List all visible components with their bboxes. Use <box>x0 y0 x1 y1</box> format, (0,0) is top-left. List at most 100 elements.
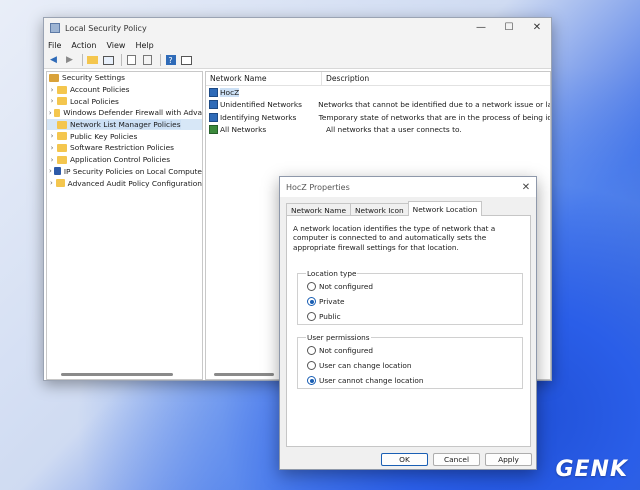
radio-button[interactable] <box>307 361 316 370</box>
cancel-button[interactable]: Cancel <box>433 453 480 466</box>
tree-item-label: Software Restriction Policies <box>70 143 175 153</box>
radio-button[interactable] <box>307 312 316 321</box>
tab-panel: A network location identifies the type o… <box>286 215 531 447</box>
network-icon <box>209 87 218 97</box>
up-folder-icon[interactable] <box>86 55 99 66</box>
radio-location-not-configured[interactable]: Not configured <box>307 282 373 291</box>
list-row-all-networks[interactable]: All Networks All networks that a user co… <box>206 124 550 137</box>
list-row-description: All networks that a user connects to. <box>326 125 462 135</box>
maximize-button[interactable]: ☐ <box>495 18 523 38</box>
folder-icon <box>57 132 67 141</box>
dialog-title-bar: HocZ Properties ✕ <box>280 177 536 197</box>
export-icon[interactable] <box>141 55 154 66</box>
folder-icon <box>57 85 67 94</box>
radio-label: Not configured <box>319 282 374 291</box>
radio-label: Public <box>319 312 341 321</box>
radio-label: User can change location <box>319 361 412 370</box>
network-icon <box>209 125 218 135</box>
tree-pane: Security Settings › Account Policies › Loc… <box>46 71 203 380</box>
chevron-right-icon[interactable]: › <box>47 109 54 117</box>
column-header-network-name[interactable]: Network Name <box>206 72 322 85</box>
column-header-description[interactable]: Description <box>322 72 369 85</box>
show-tree-icon[interactable] <box>102 55 115 66</box>
radio-label: User cannot change location <box>319 376 424 385</box>
tree-item-public-key[interactable]: › Public Key Policies <box>47 130 202 142</box>
watermark-text: GENK <box>555 457 628 482</box>
folder-icon <box>57 120 67 129</box>
radio-button[interactable] <box>307 282 316 291</box>
radio-location-public[interactable]: Public <box>307 312 341 321</box>
close-button[interactable]: ✕ <box>523 18 551 38</box>
list-row-description: Temporary state of networks that are in … <box>318 112 550 122</box>
list-row-name: All Networks <box>220 125 267 135</box>
chevron-right-icon[interactable]: › <box>47 156 57 164</box>
tab-network-location[interactable]: Network Location <box>407 201 483 216</box>
radio-button[interactable] <box>307 297 316 306</box>
dialog-close-button[interactable]: ✕ <box>516 182 536 193</box>
app-icon <box>50 23 60 33</box>
radio-permission-cannot-change[interactable]: User cannot change location <box>307 376 423 385</box>
tree-item-network-list-manager[interactable]: Network List Manager Policies <box>47 118 202 131</box>
chevron-right-icon[interactable]: › <box>47 97 57 105</box>
properties-icon[interactable] <box>125 55 138 66</box>
menu-action[interactable]: Action <box>71 41 96 50</box>
list-header: Network Name Description <box>206 72 550 86</box>
security-settings-icon <box>49 73 59 82</box>
list-row-hocz[interactable]: HocZ <box>206 86 550 99</box>
toolbar-separator <box>160 54 161 66</box>
horizontal-scrollbar[interactable] <box>61 373 173 376</box>
genk-watermark: GENK <box>555 457 628 482</box>
folder-icon <box>55 179 65 188</box>
dialog-title: HocZ Properties <box>286 182 350 192</box>
tree-item-ip-security[interactable]: › IP Security Policies on Local Compute <box>47 166 202 178</box>
network-icon <box>209 112 218 122</box>
list-row-identifying[interactable]: Identifying Networks Temporary state of … <box>206 111 550 124</box>
user-permissions-group: User permissions Not configured User can… <box>297 333 523 389</box>
console-icon[interactable] <box>180 55 193 66</box>
location-type-label: Location type <box>306 269 358 278</box>
chevron-right-icon[interactable]: › <box>47 132 57 140</box>
radio-location-private[interactable]: Private <box>307 297 344 306</box>
forward-icon[interactable]: ▶ <box>63 55 76 66</box>
tree-root[interactable]: Security Settings <box>47 72 202 84</box>
tree-item-application-control[interactable]: › Application Control Policies <box>47 154 202 166</box>
menu-bar: File Action View Help <box>44 38 551 52</box>
chevron-right-icon[interactable]: › <box>47 179 56 187</box>
folder-icon <box>57 97 67 106</box>
hocz-properties-dialog: HocZ Properties ✕ Network Name Network I… <box>279 176 537 470</box>
network-icon <box>209 100 218 110</box>
minimize-button[interactable]: — <box>467 18 495 38</box>
tree-item-label: Network List Manager Policies <box>70 120 181 130</box>
menu-file[interactable]: File <box>48 41 61 50</box>
radio-label: Not configured <box>319 346 374 355</box>
chevron-right-icon[interactable]: › <box>47 86 57 94</box>
tree-item-account-policies[interactable]: › Account Policies <box>47 84 202 96</box>
back-icon[interactable]: ◀ <box>47 55 60 66</box>
horizontal-scrollbar[interactable] <box>214 373 274 376</box>
tree-item-local-policies[interactable]: › Local Policies <box>47 95 202 107</box>
dialog-tabs: Network Name Network Icon Network Locati… <box>286 201 483 216</box>
radio-label: Private <box>319 297 345 306</box>
menu-help[interactable]: Help <box>135 41 153 50</box>
chevron-right-icon[interactable]: › <box>47 167 54 175</box>
list-row-name: Unidentified Networks <box>220 100 302 110</box>
radio-button[interactable] <box>307 376 316 385</box>
menu-view[interactable]: View <box>106 41 125 50</box>
tree-item-firewall[interactable]: › Windows Defender Firewall with Adva <box>47 107 202 119</box>
toolbar-separator <box>82 54 83 66</box>
location-description: A network location identifies the type o… <box>293 224 496 252</box>
tree-root-label: Security Settings <box>62 73 126 83</box>
tree-item-advanced-audit[interactable]: › Advanced Audit Policy Configuration <box>47 177 202 189</box>
toolbar: ◀ ▶ ? <box>44 52 551 69</box>
ok-button[interactable]: OK <box>381 453 428 466</box>
tree-item-software-restriction[interactable]: › Software Restriction Policies <box>47 142 202 154</box>
radio-permission-not-configured[interactable]: Not configured <box>307 346 373 355</box>
tree-item-label: Application Control Policies <box>70 155 171 165</box>
radio-button[interactable] <box>307 346 316 355</box>
radio-permission-can-change[interactable]: User can change location <box>307 361 412 370</box>
help-icon[interactable]: ? <box>164 55 177 66</box>
chevron-right-icon[interactable]: › <box>47 144 57 152</box>
apply-button[interactable]: Apply <box>485 453 532 466</box>
list-row-unidentified[interactable]: Unidentified Networks Networks that cann… <box>206 99 550 112</box>
user-permissions-label: User permissions <box>306 333 371 342</box>
